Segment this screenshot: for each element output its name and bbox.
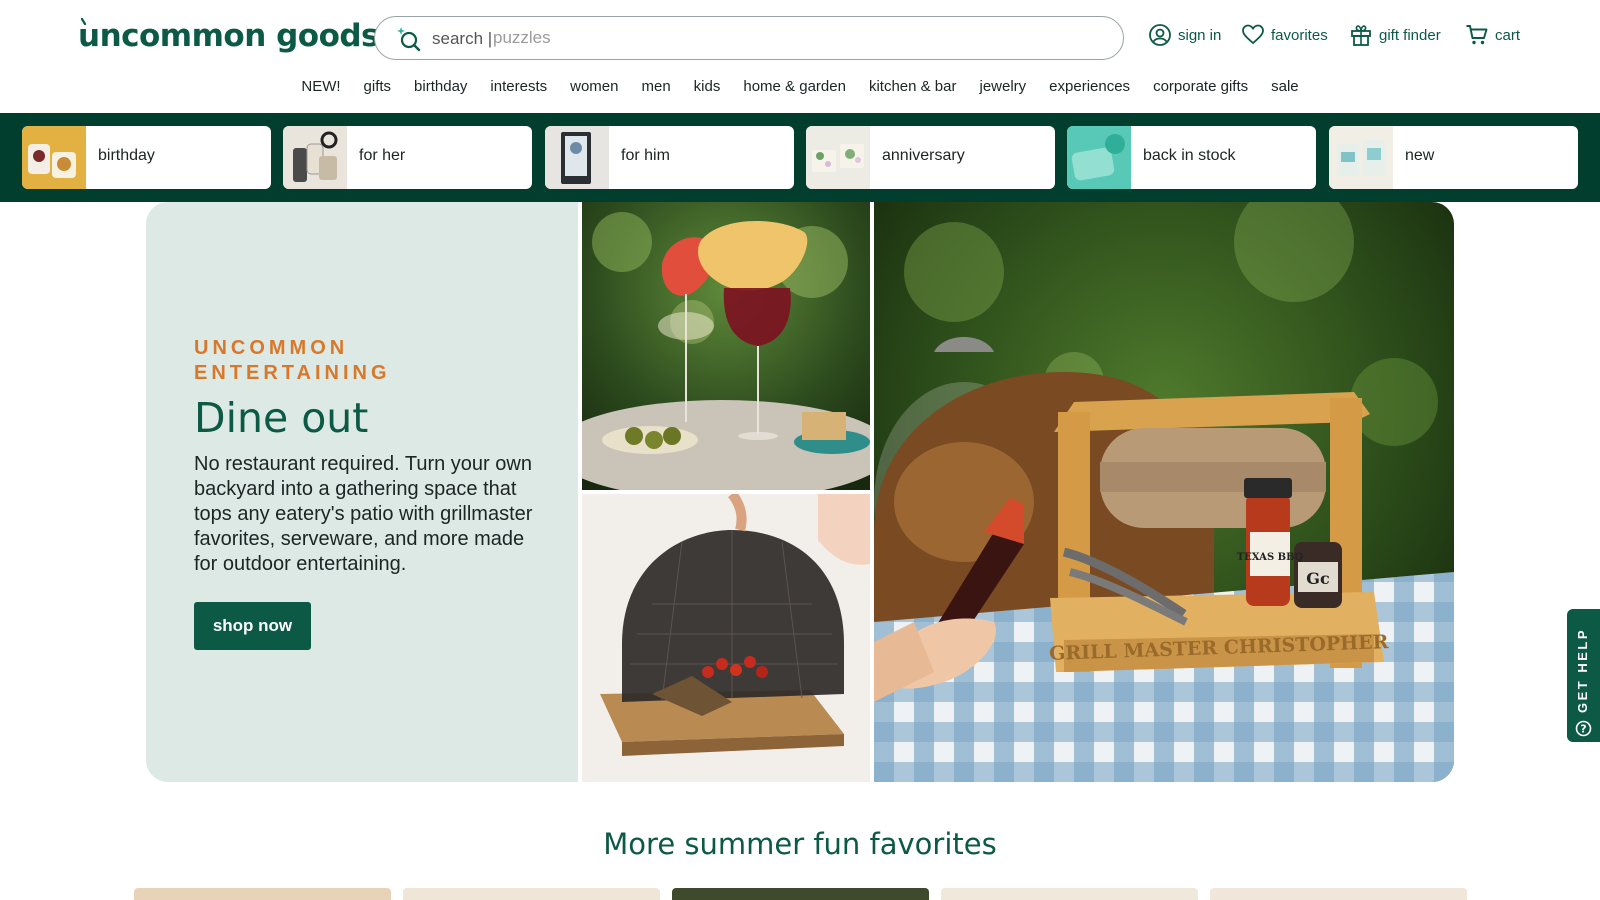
nav-item-kitchen-bar[interactable]: kitchen & bar (857, 78, 968, 95)
nav-item-home-garden[interactable]: home & garden (732, 78, 858, 95)
grill-caddy-image[interactable]: GRILL MASTER CHRISTOPHERTEXAS BBQGc (874, 202, 1454, 782)
hero-copy: No restaurant required. Turn your own ba… (194, 453, 533, 575)
user-icon (1149, 24, 1171, 46)
nav-item-corporate-gifts[interactable]: corporate gifts (1142, 78, 1260, 95)
wine-glasses-image[interactable] (582, 202, 870, 490)
sign-in-label: sign in (1178, 26, 1222, 44)
cart-icon (1466, 25, 1488, 45)
favorites-link[interactable]: favorites (1241, 23, 1328, 47)
occasion-label: back in stock (1143, 147, 1236, 164)
occasion-thumbnail (283, 126, 347, 189)
sign-in-link[interactable]: sign in (1148, 23, 1221, 47)
main-nav: NEW! gifts birthday interests women men … (0, 78, 1600, 95)
search-icon[interactable] (395, 26, 421, 52)
nav-item-women[interactable]: women (559, 78, 630, 95)
occasion-thumbnail (22, 126, 86, 189)
nav-item-sale[interactable]: sale (1260, 78, 1311, 95)
occasion-card-new[interactable]: new (1329, 126, 1578, 189)
shop-now-button[interactable]: shop now (194, 602, 311, 650)
nav-item-interests[interactable]: interests (479, 78, 559, 95)
help-icon: ? (1575, 720, 1592, 737)
hero-title: Dine out (194, 394, 369, 442)
product-tile[interactable] (672, 888, 929, 900)
site-logo[interactable]: uncommon goods (78, 18, 380, 54)
nav-item-men[interactable]: men (630, 78, 682, 95)
occasion-card-birthday[interactable]: birthday (22, 126, 271, 189)
nav-item-jewelry[interactable]: jewelry (968, 78, 1038, 95)
get-help-label: GET HELP (1575, 627, 1590, 713)
can-label: Gc (1306, 569, 1330, 588)
nav-item-experiences[interactable]: experiences (1038, 78, 1142, 95)
favorites-label: favorites (1271, 26, 1328, 44)
occasion-card-for-him[interactable]: for him (545, 126, 794, 189)
occasion-card-back-in-stock[interactable]: back in stock (1067, 126, 1316, 189)
hero-text-panel: UNCOMMON ENTERTAINING Dine out No restau… (146, 202, 578, 782)
occasion-label: new (1405, 147, 1435, 164)
site-header: uncommon goods search | sign in favorite… (0, 0, 1600, 113)
product-tile[interactable] (403, 888, 660, 900)
cart-link[interactable]: cart (1465, 23, 1520, 47)
occasion-card-for-her[interactable]: for her (283, 126, 532, 189)
hero-banner: UNCOMMON ENTERTAINING Dine out No restau… (146, 202, 1454, 782)
occasion-thumbnail (1067, 126, 1131, 189)
heart-icon (1242, 24, 1264, 45)
nav-item-new[interactable]: NEW! (290, 78, 352, 95)
search-input[interactable] (493, 24, 1093, 52)
product-tile[interactable] (1210, 888, 1467, 900)
occasion-label: birthday (98, 147, 155, 164)
cart-label: cart (1495, 26, 1521, 44)
svg-text:?: ? (1580, 723, 1586, 736)
occasion-label: anniversary (882, 147, 965, 164)
occasion-thumbnail (545, 126, 609, 189)
nav-item-birthday[interactable]: birthday (403, 78, 479, 95)
gift-finder-link[interactable]: gift finder (1349, 23, 1441, 47)
get-help-tab[interactable]: GET HELP ? (1567, 609, 1600, 742)
section-title: More summer fun favorites (603, 827, 997, 861)
search-label: search | (432, 29, 493, 48)
search-bar[interactable]: search | (374, 16, 1124, 60)
sauce-label: TEXAS BBQ (1237, 552, 1304, 563)
gift-finder-label: gift finder (1379, 26, 1441, 44)
hero-eyebrow: UNCOMMON ENTERTAINING (194, 337, 391, 384)
gift-icon (1351, 25, 1371, 46)
nav-item-kids[interactable]: kids (682, 78, 732, 95)
occasion-thumbnail (806, 126, 870, 189)
product-tile[interactable] (134, 888, 391, 900)
occasion-label: for him (621, 147, 670, 164)
food-cover-image[interactable] (582, 494, 870, 782)
occasion-strip: birthday for her for him anniversary bac… (0, 113, 1600, 202)
occasion-label: for her (359, 147, 406, 164)
occasion-card-anniversary[interactable]: anniversary (806, 126, 1055, 189)
nav-item-gifts[interactable]: gifts (352, 78, 403, 95)
product-tile[interactable] (941, 888, 1198, 900)
occasion-thumbnail (1329, 126, 1393, 189)
